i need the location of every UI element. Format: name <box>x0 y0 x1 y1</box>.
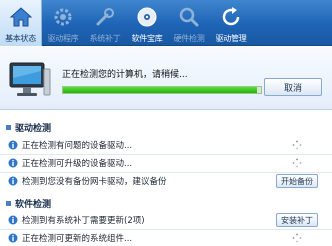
wrench-icon <box>96 8 114 26</box>
tool-driver-program[interactable]: 驱动程序 <box>42 0 84 46</box>
tool-basic-status-label: 基本状态 <box>5 34 36 43</box>
computer-monitor-icon <box>9 62 51 96</box>
software-section-title: 软件检测 <box>15 199 52 210</box>
tool-software-library-label: 软件宝库 <box>131 34 163 43</box>
scan-progress-fill <box>63 87 258 93</box>
driver-row-backup: 检测到您没有备份网卡驱动，建议备份 开始备份 <box>0 173 332 189</box>
scan-status-panel: 正在检测您的计算机，请稍候... 取消 <box>0 47 332 110</box>
driver-row-problem: 正在检测有问题的设备驱动... <box>0 137 332 153</box>
install-patch-button[interactable]: 安装补丁 <box>276 213 318 227</box>
cancel-button[interactable]: 取消 <box>264 78 322 96</box>
info-icon <box>8 140 18 150</box>
tool-system-patch-label: 系统补丁 <box>89 34 121 43</box>
software-row-patch-text: 检测到有系统补丁需要更新(2项) <box>22 216 145 226</box>
software-section-header: 软件检测 <box>0 196 332 210</box>
main-toolbar: 基本状态 驱动程序 系统补丁 软件宝库 硬件检测 驱动管理 <box>0 0 332 46</box>
driver-row-upgrade: 正在检测可升级的设备驱动... <box>0 155 332 171</box>
loading-spinner-icon <box>292 158 302 168</box>
tool-hardware-check-label: 硬件检测 <box>173 34 205 43</box>
loading-spinner-icon <box>292 233 302 243</box>
start-backup-button[interactable]: 开始备份 <box>276 174 318 188</box>
gear-icon <box>54 8 72 26</box>
tool-driver-manage[interactable]: 驱动管理 <box>210 0 252 46</box>
tool-hardware-check[interactable]: 硬件检测 <box>168 0 210 46</box>
disc-icon <box>137 7 157 27</box>
driver-row-upgrade-text: 正在检测可升级的设备驱动... <box>22 159 133 169</box>
section-bullet-icon <box>6 124 11 130</box>
scan-progress-bar <box>62 86 262 94</box>
loading-spinner-icon <box>292 140 302 150</box>
section-bullet-icon <box>6 200 11 206</box>
info-icon <box>8 233 18 243</box>
magnifier-icon <box>179 7 199 27</box>
tool-driver-program-label: 驱动程序 <box>47 34 79 43</box>
info-icon <box>8 158 18 168</box>
refresh-icon <box>222 7 240 26</box>
scan-status-message: 正在检测您的计算机，请稍候... <box>62 70 188 80</box>
home-icon <box>9 7 32 27</box>
software-row-patch: 检测到有系统补丁需要更新(2项) 安装补丁 <box>0 212 332 228</box>
driver-row-problem-text: 正在检测有问题的设备驱动... <box>22 141 133 151</box>
software-row-components: 正在检测可更新的系统组件... <box>0 230 332 246</box>
tool-basic-status[interactable]: 基本状态 <box>0 0 42 46</box>
driver-section-title: 驱动检测 <box>15 123 52 134</box>
software-row-components-text: 正在检测可更新的系统组件... <box>22 234 133 244</box>
driver-row-backup-text: 检测到您没有备份网卡驱动，建议备份 <box>22 177 167 187</box>
tool-system-patch[interactable]: 系统补丁 <box>84 0 126 46</box>
info-icon <box>8 215 18 225</box>
tool-software-library[interactable]: 软件宝库 <box>126 0 168 46</box>
tool-driver-manage-label: 驱动管理 <box>215 34 247 43</box>
info-icon <box>8 176 18 186</box>
driver-section-header: 驱动检测 <box>0 120 332 134</box>
